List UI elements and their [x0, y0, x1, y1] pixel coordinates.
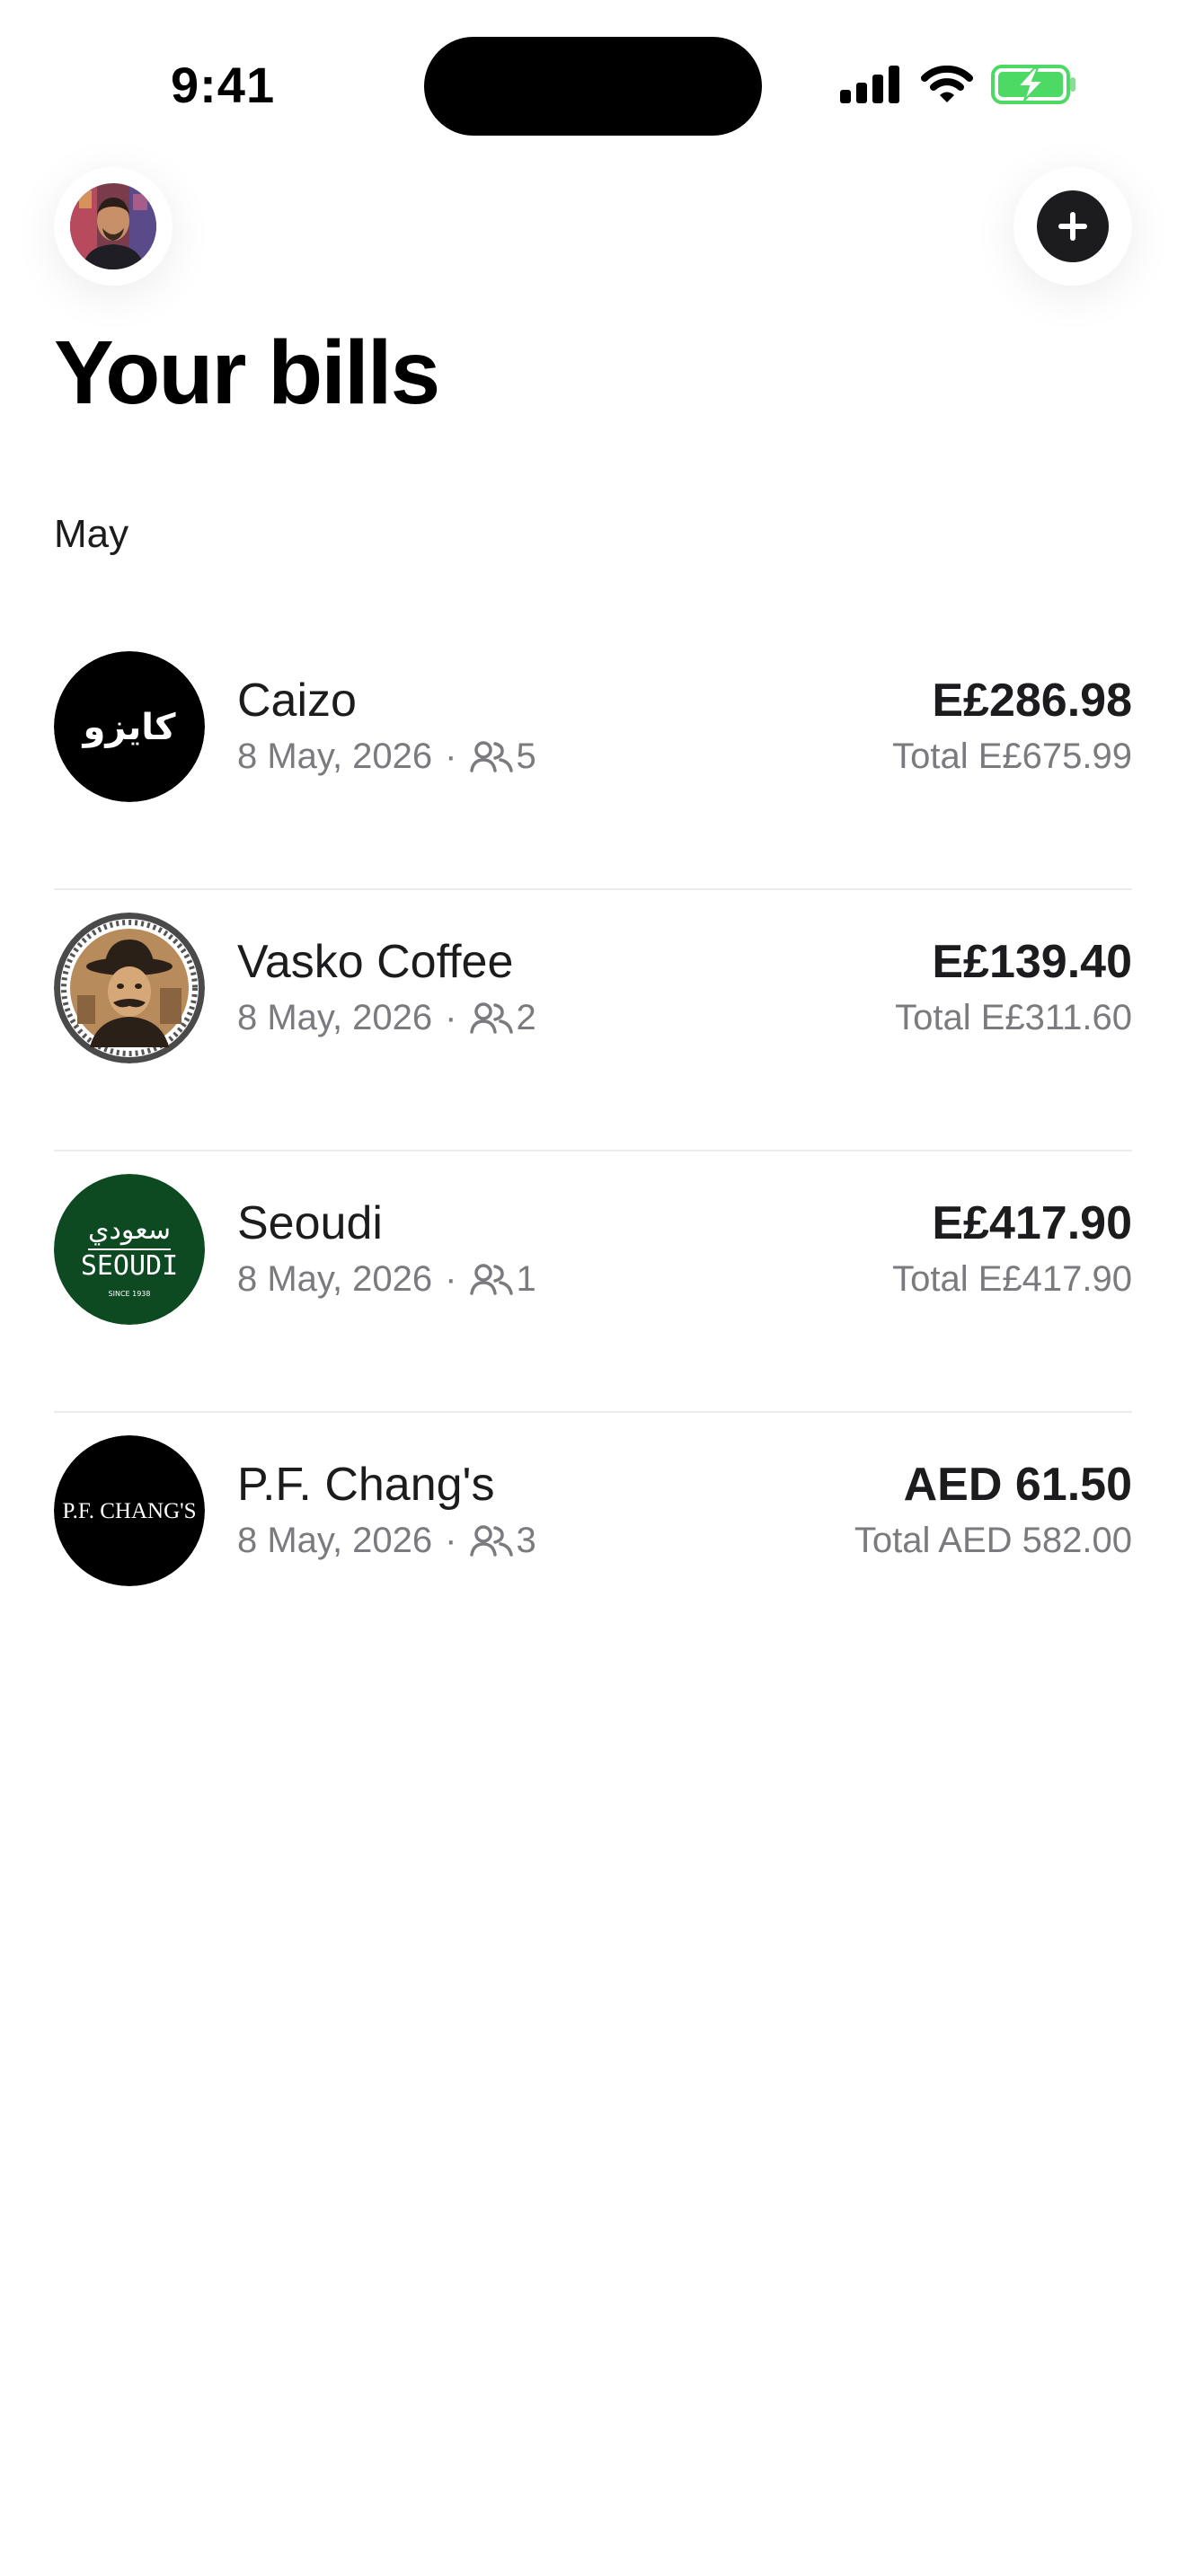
add-circle [1037, 190, 1109, 262]
people-count: 3 [516, 1521, 536, 1560]
people-icon [469, 741, 513, 772]
section-header-month: May [54, 512, 129, 556]
total-amount: Total E£311.60 [895, 998, 1132, 1037]
battery-charging-icon [991, 65, 1075, 104]
share-amount: AED 61.50 [903, 1459, 1132, 1511]
bill-meta: 8 May, 2026 · 1 [237, 1257, 536, 1301]
bill-info: Caizo 8 May, 2026 · 5 [237, 674, 536, 778]
bill-row-caizo[interactable]: كايزو Caizo 8 May, 2026 · 5 E£286.98 Tot… [54, 629, 1132, 890]
meta-separator: · [445, 737, 457, 776]
people-count: 5 [516, 737, 536, 776]
people-icon [469, 1525, 513, 1557]
seoudi-logo: سعودي SEOUDI SINCE 1938 [54, 1174, 205, 1325]
total-amount: Total AED 582.00 [854, 1521, 1132, 1560]
bill-info: Seoudi 8 May, 2026 · 1 [237, 1196, 536, 1301]
bill-info: P.F. Chang's 8 May, 2026 · 3 [237, 1458, 536, 1562]
status-time: 9:41 [171, 57, 276, 113]
bill-row-vasko-coffee[interactable]: Vasko Coffee 8 May, 2026 · 2 E£139.40 To… [54, 890, 1132, 1151]
bill-meta: 8 May, 2026 · 2 [237, 996, 536, 1039]
seoudi-logo-arabic: سعودي [88, 1214, 171, 1246]
bill-list: كايزو Caizo 8 May, 2026 · 5 E£286.98 Tot… [54, 629, 1132, 1674]
caizo-logo: كايزو [54, 651, 205, 802]
meta-separator: · [445, 1521, 457, 1560]
status-bar: 9:41 [0, 0, 1186, 171]
share-amount: E£417.90 [932, 1197, 1132, 1249]
plus-icon [1058, 212, 1087, 241]
bill-amounts: E£139.40 Total E£311.60 [895, 935, 1132, 1039]
seoudi-logo-latin: SEOUDI [81, 1250, 178, 1282]
total-amount: Total E£417.90 [892, 1259, 1132, 1299]
avatar [70, 183, 156, 269]
pf-changs-logo: P.F. CHANG'S [54, 1435, 205, 1586]
merchant-name: Vasko Coffee [237, 936, 514, 988]
bill-date: 8 May, 2026 [237, 1259, 433, 1299]
page-title: Your bills [54, 322, 440, 423]
merchant-name: Caizo [237, 675, 357, 727]
merchant-name: Seoudi [237, 1197, 383, 1249]
vasko-coffee-logo [54, 913, 205, 1063]
share-amount: E£286.98 [932, 675, 1132, 727]
caizo-logo-text: كايزو [81, 707, 176, 748]
seoudi-logo-since: SINCE 1938 [109, 1290, 151, 1298]
merchant-name: P.F. Chang's [237, 1459, 495, 1511]
bill-info: Vasko Coffee 8 May, 2026 · 2 [237, 935, 536, 1039]
pf-changs-logo-text: P.F. CHANG'S [62, 1499, 196, 1523]
status-icons [840, 65, 1077, 104]
bill-meta: 8 May, 2026 · 5 [237, 735, 536, 778]
bill-amounts: E£417.90 Total E£417.90 [892, 1196, 1132, 1301]
add-bill-button[interactable] [1013, 167, 1132, 286]
bill-amounts: E£286.98 Total E£675.99 [892, 674, 1132, 778]
people-icon [469, 1264, 513, 1295]
cellular-signal-icon [840, 66, 899, 103]
dynamic-island [424, 37, 762, 136]
meta-separator: · [445, 998, 457, 1037]
total-amount: Total E£675.99 [892, 737, 1132, 776]
people-icon [469, 1002, 513, 1034]
bill-date: 8 May, 2026 [237, 1521, 433, 1560]
bill-meta: 8 May, 2026 · 3 [237, 1519, 536, 1562]
profile-button[interactable] [54, 167, 173, 286]
bill-amounts: AED 61.50 Total AED 582.00 [854, 1458, 1132, 1562]
people-count: 1 [516, 1259, 536, 1299]
bill-row-seoudi[interactable]: سعودي SEOUDI SINCE 1938 Seoudi 8 May, 20… [54, 1151, 1132, 1413]
meta-separator: · [445, 1259, 457, 1299]
bill-date: 8 May, 2026 [237, 998, 433, 1037]
share-amount: E£139.40 [932, 936, 1132, 988]
bill-date: 8 May, 2026 [237, 737, 433, 776]
people-count: 2 [516, 998, 536, 1037]
bill-row-pf-changs[interactable]: P.F. CHANG'S P.F. Chang's 8 May, 2026 · … [54, 1413, 1132, 1674]
wifi-icon [921, 66, 973, 102]
